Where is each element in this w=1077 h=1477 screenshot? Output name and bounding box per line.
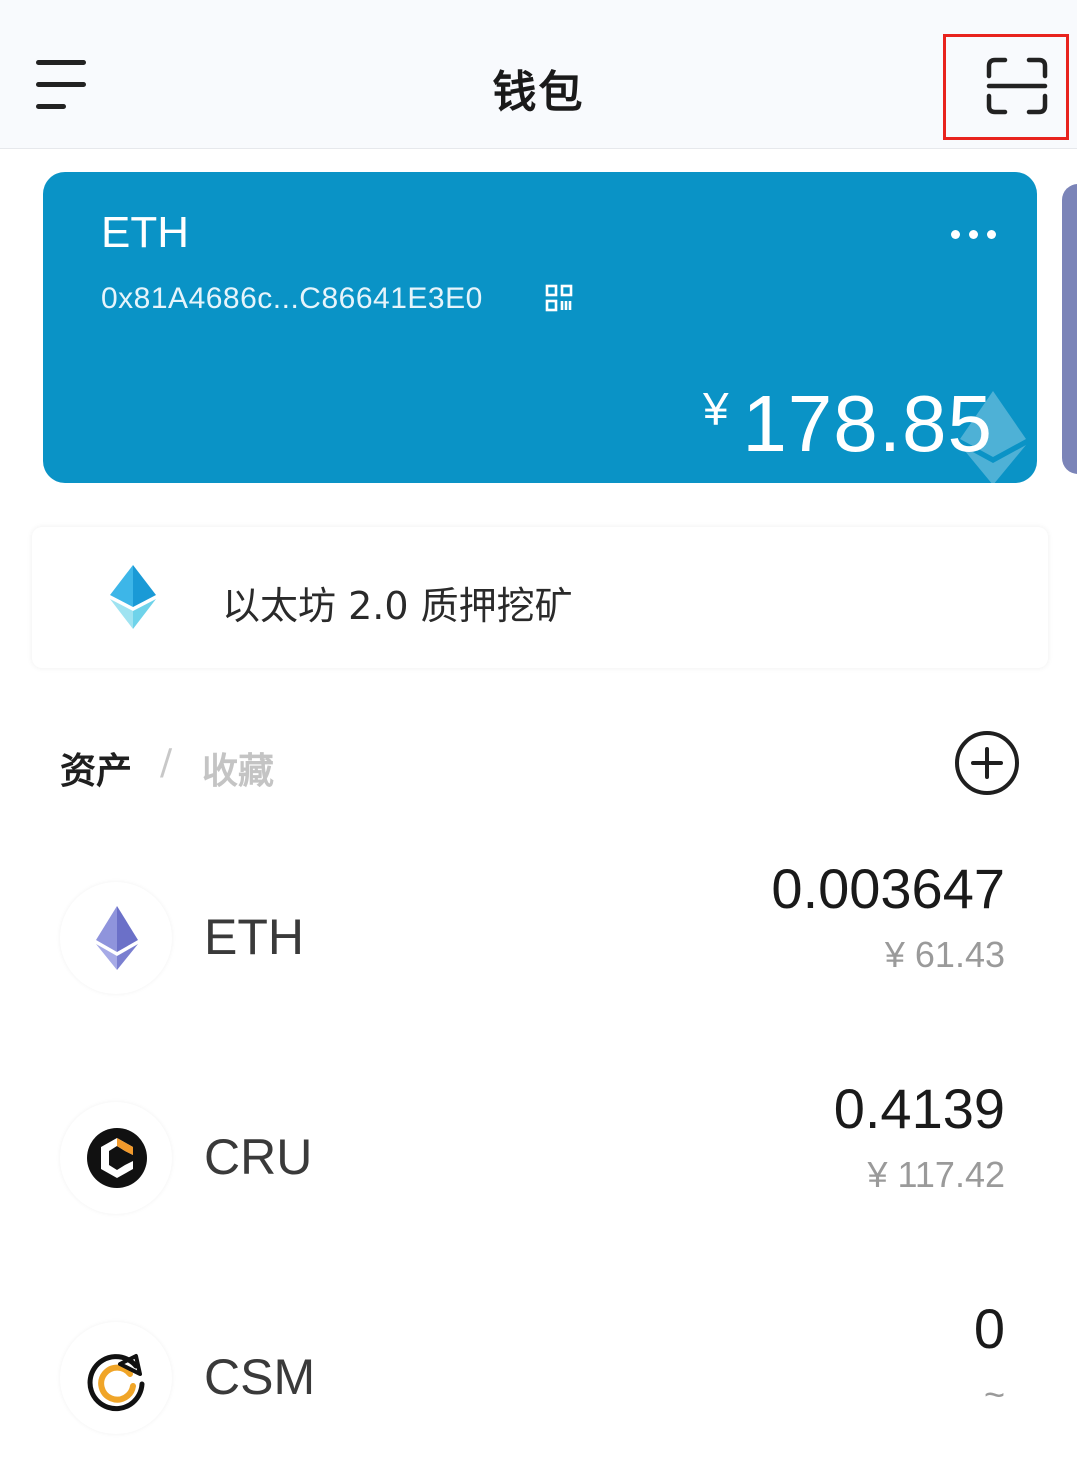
wallet-screen: 钱包 ETH 0x81A4686c...C86641E3E0 ¥ 178.85 … [0, 0, 1077, 1477]
asset-row-cru[interactable]: CRU 0.4139 ¥ 117.42 [0, 1077, 1077, 1272]
wallet-address[interactable]: 0x81A4686c...C86641E3E0 [101, 282, 483, 316]
tab-favorites[interactable]: 收藏 [202, 742, 274, 794]
more-horizontal-icon[interactable] [943, 224, 1003, 246]
asset-logo-container [60, 1102, 172, 1214]
eth2-diamond-icon [110, 565, 156, 629]
qr-code-icon[interactable] [545, 284, 573, 312]
cru-logo-icon [87, 1128, 147, 1188]
next-wallet-card-peek[interactable] [1062, 184, 1077, 474]
more-dot [969, 230, 978, 239]
asset-fiat-value: ¥ 61.43 [884, 934, 1005, 975]
eth-logo-icon [96, 906, 138, 970]
tab-assets[interactable]: 资产 [60, 742, 132, 794]
asset-row-csm[interactable]: CSM 0 ~ [0, 1297, 1077, 1477]
asset-fiat-value: ~ [983, 1374, 1005, 1415]
asset-amount: 0.003647 [771, 857, 1005, 920]
wallet-chain-name: ETH [101, 208, 189, 257]
asset-symbol: ETH [204, 909, 304, 965]
asset-symbol: CSM [204, 1349, 316, 1405]
asset-logo-container [60, 1322, 172, 1434]
scan-icon[interactable] [985, 56, 1049, 116]
eth2-staking-banner[interactable]: 以太坊 2.0 质押挖矿 [32, 527, 1048, 668]
page-title: 钱包 [492, 67, 585, 118]
asset-logo-container [60, 882, 172, 994]
add-circle-icon[interactable] [954, 730, 1020, 796]
top-app-bar: 钱包 [0, 0, 1077, 149]
asset-symbol: CRU [204, 1129, 313, 1185]
asset-fiat-value: ¥ 117.42 [867, 1154, 1005, 1195]
asset-amount: 0 [973, 1297, 1005, 1360]
staking-banner-label: 以太坊 2.0 质押挖矿 [222, 584, 573, 628]
wallet-card[interactable]: ETH 0x81A4686c...C86641E3E0 ¥ 178.85 [43, 172, 1037, 483]
wallet-total-balance: 178.85 [742, 379, 993, 468]
more-dot [951, 230, 960, 239]
more-dot [987, 230, 996, 239]
asset-row-eth[interactable]: ETH 0.003647 ¥ 61.43 [0, 857, 1077, 1052]
tab-separator: / [160, 742, 173, 783]
wallet-currency-symbol: ¥ [703, 383, 729, 435]
csm-logo-icon [87, 1354, 145, 1412]
asset-amount: 0.4139 [833, 1077, 1005, 1140]
